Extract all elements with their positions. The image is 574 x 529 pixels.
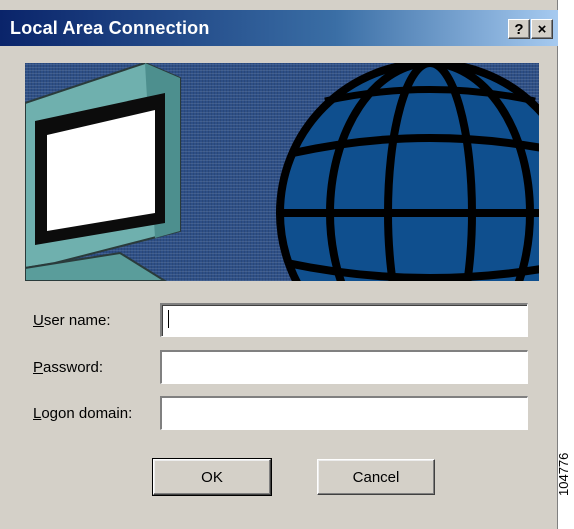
title-bar[interactable]: Local Area Connection ? × [0,10,558,46]
computer-monitor-icon [25,63,181,281]
logon-domain-field[interactable] [160,396,528,430]
password-label: Password: [33,359,104,376]
text-cursor [168,310,169,328]
ok-button-label: OK [201,468,223,486]
cancel-button[interactable]: Cancel [317,459,435,495]
username-field[interactable] [160,303,528,337]
help-button[interactable]: ? [508,19,530,39]
username-label: User name: [33,312,111,329]
cancel-button-label: Cancel [352,468,400,486]
help-icon: ? [514,20,524,38]
window-title: Local Area Connection [10,18,210,38]
connection-banner-image [25,63,539,281]
close-icon: × [537,20,547,38]
globe-icon [276,63,539,281]
domain-label: Logon domain: [33,405,133,422]
logon-dialog: Local Area Connection ? × User name: Pas… [0,0,558,529]
ok-button[interactable]: OK [152,458,272,496]
figure-id-label: 104776 [556,452,571,496]
close-button[interactable]: × [531,19,553,39]
password-field[interactable] [160,350,528,384]
